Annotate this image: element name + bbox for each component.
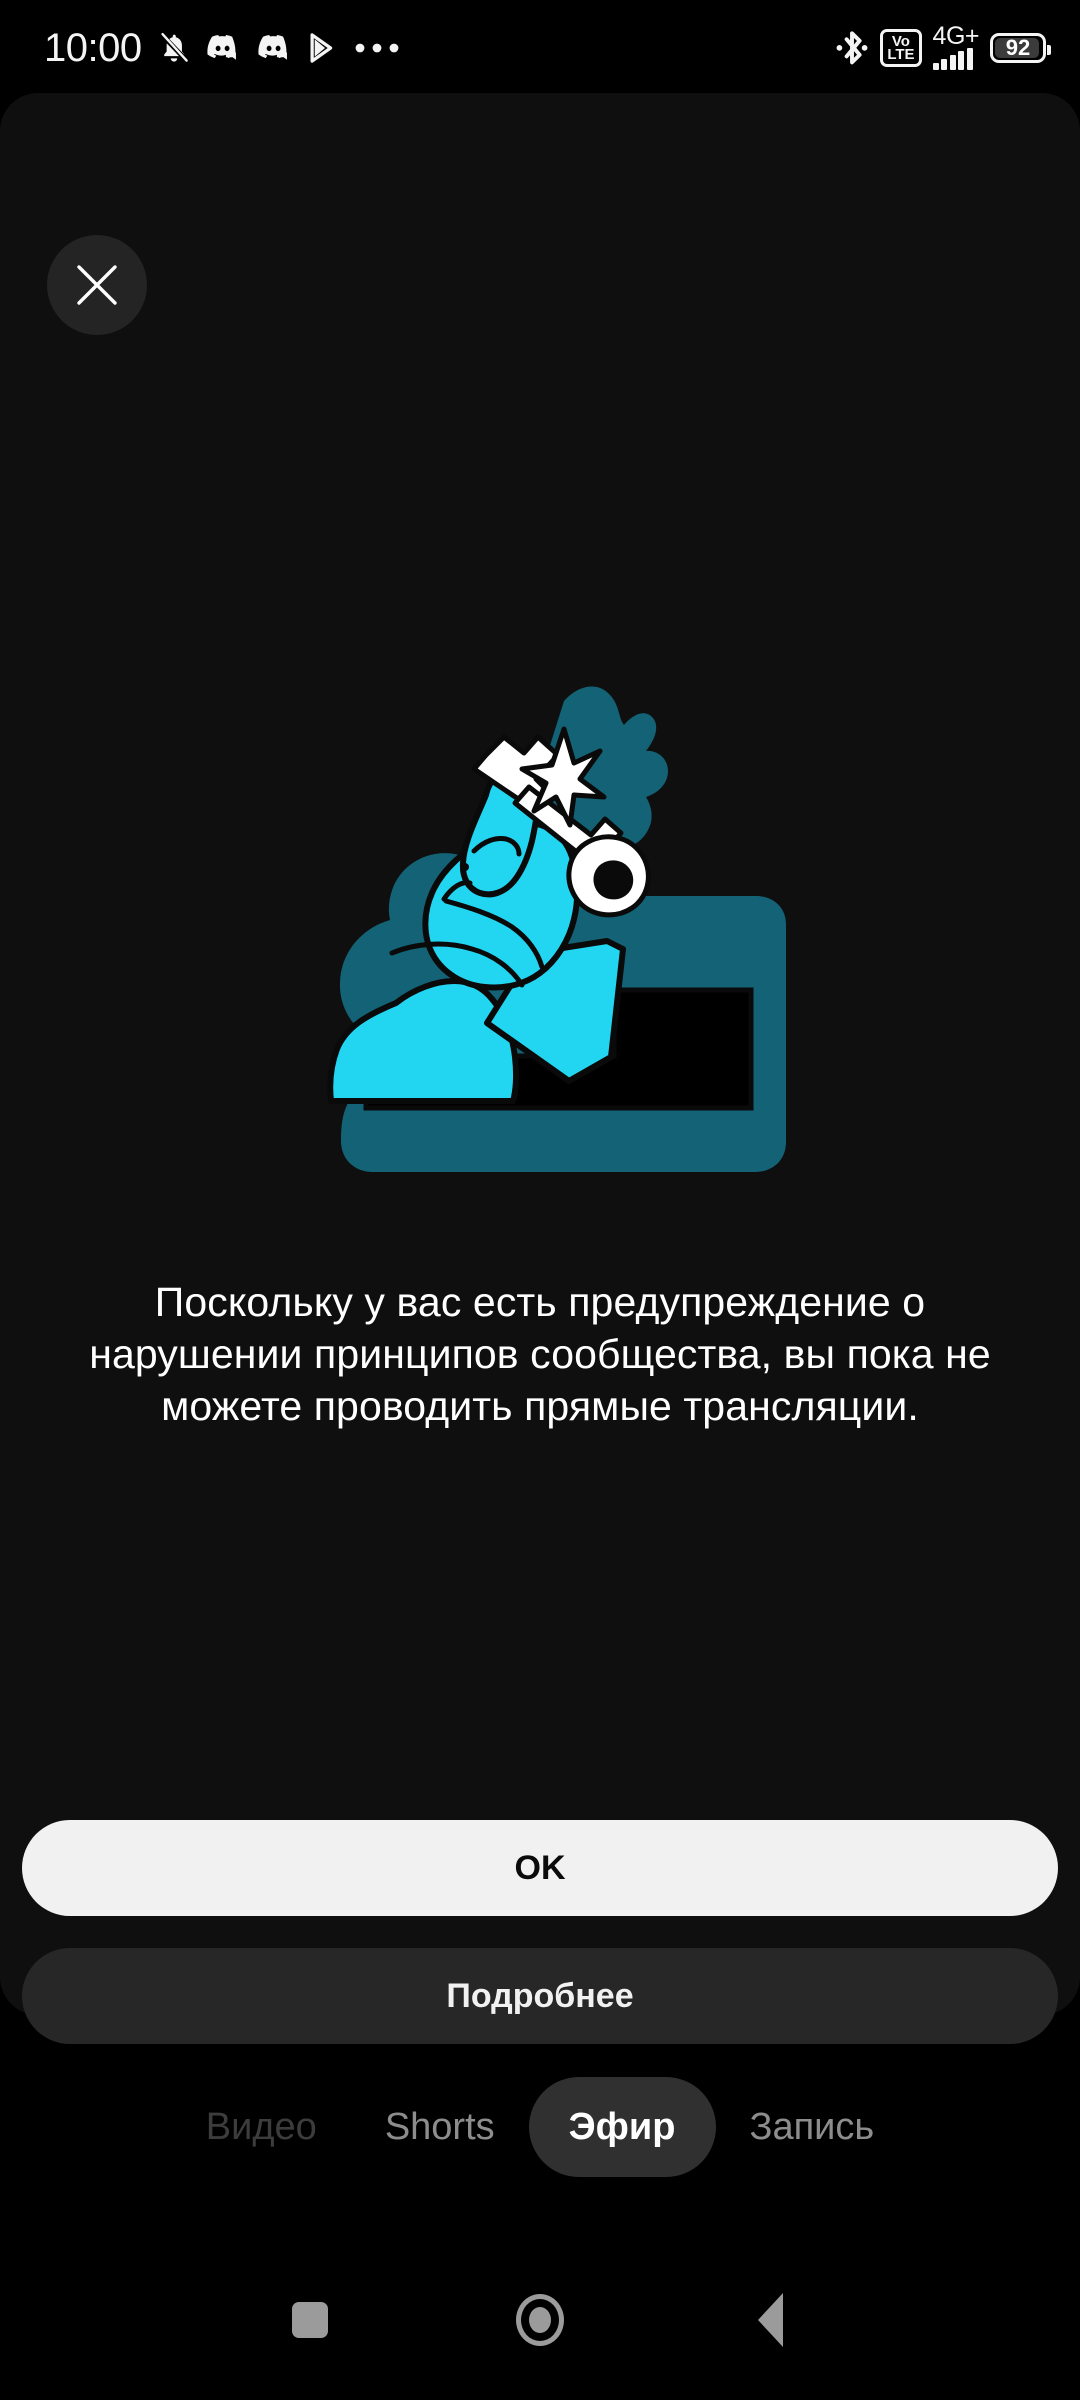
network-indicator: 4G+ [932,22,980,71]
back-triangle-icon [757,2293,783,2347]
signal-bars-icon [932,48,973,70]
status-bar: 10:00 Vo LTE 4G+ 92 [0,0,1080,95]
volte-bottom-label: LTE [887,45,915,63]
play-triangle-icon [308,32,334,63]
tab-video[interactable]: Видео [172,2077,351,2177]
person-with-key-illustration [296,663,786,1223]
home-circle-icon [516,2294,564,2346]
phone-screen: 10:00 Vo LTE 4G+ 92 Поскольку у вас есть… [0,0,1080,2400]
nav-recents-button[interactable] [195,2302,425,2338]
close-button[interactable] [47,235,147,335]
status-bar-right: Vo LTE 4G+ 92 [835,22,1051,71]
recents-square-icon [292,2302,328,2338]
learn-more-button[interactable]: Подробнее [22,1948,1058,2044]
more-dots-icon [355,42,399,54]
discord-icon [257,33,293,63]
status-bar-left: 10:00 [44,28,399,68]
notifications-off-icon [157,29,191,67]
ok-button[interactable]: OK [22,1820,1058,1916]
warning-message: Поскольку у вас есть предупреждение о на… [89,1279,991,1429]
discord-icon [206,33,242,63]
battery-indicator: 92 [990,32,1051,63]
status-clock: 10:00 [44,25,142,70]
nav-back-button[interactable] [655,2293,885,2347]
tab-live[interactable]: Эфир [528,2077,716,2177]
tab-record[interactable]: Запись [716,2077,909,2177]
close-icon [77,265,117,305]
bluetooth-icon [835,27,869,69]
android-nav-bar [0,2240,1080,2400]
volte-badge: Vo LTE [880,28,922,67]
nav-home-button[interactable] [425,2294,655,2346]
network-type-label: 4G+ [932,22,980,50]
battery-level-label: 92 [1005,34,1031,60]
capture-mode-tabs: Видео Shorts Эфир Запись [0,2072,1080,2182]
tab-shorts[interactable]: Shorts [351,2077,529,2177]
warning-sheet: Поскольку у вас есть предупреждение о на… [0,93,1080,2044]
